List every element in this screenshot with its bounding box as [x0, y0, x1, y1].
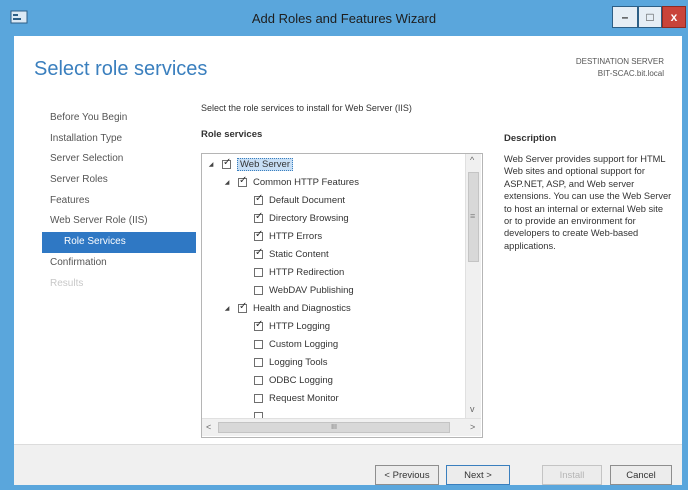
tree-item-custom-logging[interactable]: Custom Logging — [254, 336, 338, 353]
static-content-checkbox[interactable] — [254, 247, 263, 259]
tree-item-label: Common HTTP Features — [253, 177, 359, 188]
web-server-checkbox[interactable] — [222, 157, 231, 169]
horizontal-grip-icon: III — [331, 424, 337, 431]
description-title: Description — [504, 133, 557, 144]
tree-item-label: WebDAV Publishing — [269, 285, 354, 296]
tree-item-partial — [254, 408, 269, 418]
previous-button[interactable]: < Previous — [375, 465, 439, 485]
tree-item-http-logging[interactable]: HTTP Logging — [254, 318, 330, 335]
webdav-publishing-checkbox[interactable] — [254, 286, 263, 295]
tree-item-label: Directory Browsing — [269, 213, 349, 224]
vertical-scroll-thumb[interactable]: ≡ — [468, 172, 479, 262]
title-bar[interactable]: Add Roles and Features Wizard – □ x — [0, 0, 688, 36]
install-button: Install — [542, 465, 602, 485]
tree-item-label: Health and Diagnostics — [253, 303, 351, 314]
tree-item-health-and-diagnostics[interactable]: ◢ Health and Diagnostics — [222, 300, 351, 317]
tree-item-common-http-features[interactable]: ◢ Common HTTP Features — [222, 174, 359, 191]
tree-item-label: HTTP Logging — [269, 321, 331, 332]
wizard-nav: Before You Begin Installation Type Serve… — [42, 108, 196, 294]
tree-item-label: Logging Tools — [269, 357, 328, 368]
health-diagnostics-checkbox[interactable] — [238, 301, 247, 313]
nav-item-before-you-begin[interactable]: Before You Begin — [42, 108, 196, 129]
custom-logging-checkbox[interactable] — [254, 340, 263, 349]
tree-item-label: Default Document — [269, 195, 346, 206]
destination-server-info: DESTINATION SERVER BIT-SCAC.bit.local — [576, 56, 664, 80]
directory-browsing-checkbox[interactable] — [254, 211, 263, 223]
tree-item-request-monitor[interactable]: Request Monitor — [254, 390, 339, 407]
wizard-client-area: Select role services DESTINATION SERVER … — [14, 36, 682, 485]
tree-item-static-content[interactable]: Static Content — [254, 246, 329, 263]
close-icon: x — [670, 10, 678, 24]
http-redirection-checkbox[interactable] — [254, 268, 263, 277]
tree-item-directory-browsing[interactable]: Directory Browsing — [254, 210, 349, 227]
tree-item-http-redirection[interactable]: HTTP Redirection — [254, 264, 344, 281]
nav-item-web-server-role[interactable]: Web Server Role (IIS) — [42, 211, 196, 232]
description-text: Web Server provides support for HTML Web… — [504, 154, 672, 251]
collapse-arrow-icon[interactable]: ◢ — [206, 161, 216, 168]
tree-item-logging-tools[interactable]: Logging Tools — [254, 354, 327, 371]
tree-item-label: Request Monitor — [269, 393, 339, 404]
scroll-down-icon[interactable]: v — [470, 404, 475, 414]
vertical-grip-icon: ≡ — [470, 211, 476, 221]
scroll-up-icon[interactable]: ^ — [470, 155, 474, 165]
maximize-icon: □ — [646, 10, 654, 24]
maximize-button[interactable]: □ — [638, 6, 662, 28]
tree-item-label: Web Server — [237, 158, 293, 171]
tree-item-webdav-publishing[interactable]: WebDAV Publishing — [254, 282, 354, 299]
collapse-arrow-icon[interactable]: ◢ — [222, 179, 232, 186]
collapse-arrow-icon[interactable]: ◢ — [222, 305, 232, 312]
common-http-features-checkbox[interactable] — [238, 175, 247, 187]
http-errors-checkbox[interactable] — [254, 229, 263, 241]
tree-item-label: Custom Logging — [269, 339, 339, 350]
destination-label: DESTINATION SERVER — [575, 57, 664, 66]
odbc-logging-checkbox[interactable] — [254, 376, 263, 385]
scroll-right-icon[interactable]: > — [470, 422, 475, 432]
nav-item-role-services[interactable]: Role Services — [42, 232, 196, 253]
nav-item-server-selection[interactable]: Server Selection — [42, 149, 196, 170]
scroll-left-icon[interactable]: < — [206, 422, 211, 432]
window-title: Add Roles and Features Wizard — [251, 11, 437, 26]
nav-item-features[interactable]: Features — [42, 191, 196, 212]
minimize-icon: – — [621, 10, 629, 24]
tree-item-label: ODBC Logging — [269, 375, 333, 386]
cancel-button[interactable]: Cancel — [610, 465, 672, 485]
vertical-scrollbar[interactable]: ^ ≡ v — [465, 154, 481, 418]
instruction-text: Select the role services to install for … — [201, 103, 412, 113]
tree-item-label: HTTP Redirection — [269, 267, 345, 278]
nav-item-server-roles[interactable]: Server Roles — [42, 170, 196, 191]
destination-server-name: BIT-SCAC.bit.local — [597, 69, 664, 78]
horizontal-scrollbar[interactable]: < III > — [202, 418, 481, 436]
tree-viewport: ◢ Web Server ◢ Common HTTP Features Defa… — [202, 154, 465, 418]
logging-tools-checkbox[interactable] — [254, 358, 263, 367]
nav-item-results: Results — [50, 277, 84, 289]
tree-item-odbc-logging[interactable]: ODBC Logging — [254, 372, 333, 389]
role-services-label: Role services — [201, 129, 263, 140]
nav-item-confirmation[interactable]: Confirmation — [42, 253, 196, 274]
wizard-footer: < Previous Next > Install Cancel — [14, 444, 682, 485]
minimize-button[interactable]: – — [612, 6, 638, 28]
tree-item-label: HTTP Errors — [269, 231, 323, 242]
tree-item-label: Static Content — [269, 249, 329, 260]
http-logging-checkbox[interactable] — [254, 319, 263, 331]
page-title: Select role services — [34, 58, 208, 80]
tree-item-http-errors[interactable]: HTTP Errors — [254, 228, 322, 245]
tree-item-default-document[interactable]: Default Document — [254, 192, 345, 209]
next-button[interactable]: Next > — [446, 465, 510, 485]
request-monitor-checkbox[interactable] — [254, 394, 263, 403]
role-services-tree[interactable]: ◢ Web Server ◢ Common HTTP Features Defa… — [201, 153, 483, 438]
window-frame: Add Roles and Features Wizard – □ x Sele… — [0, 0, 688, 490]
nav-item-installation-type[interactable]: Installation Type — [42, 129, 196, 150]
horizontal-scroll-thumb[interactable]: III — [218, 422, 450, 433]
tree-item-web-server[interactable]: ◢ Web Server — [206, 156, 293, 173]
close-button[interactable]: x — [662, 6, 686, 28]
default-document-checkbox[interactable] — [254, 193, 263, 205]
